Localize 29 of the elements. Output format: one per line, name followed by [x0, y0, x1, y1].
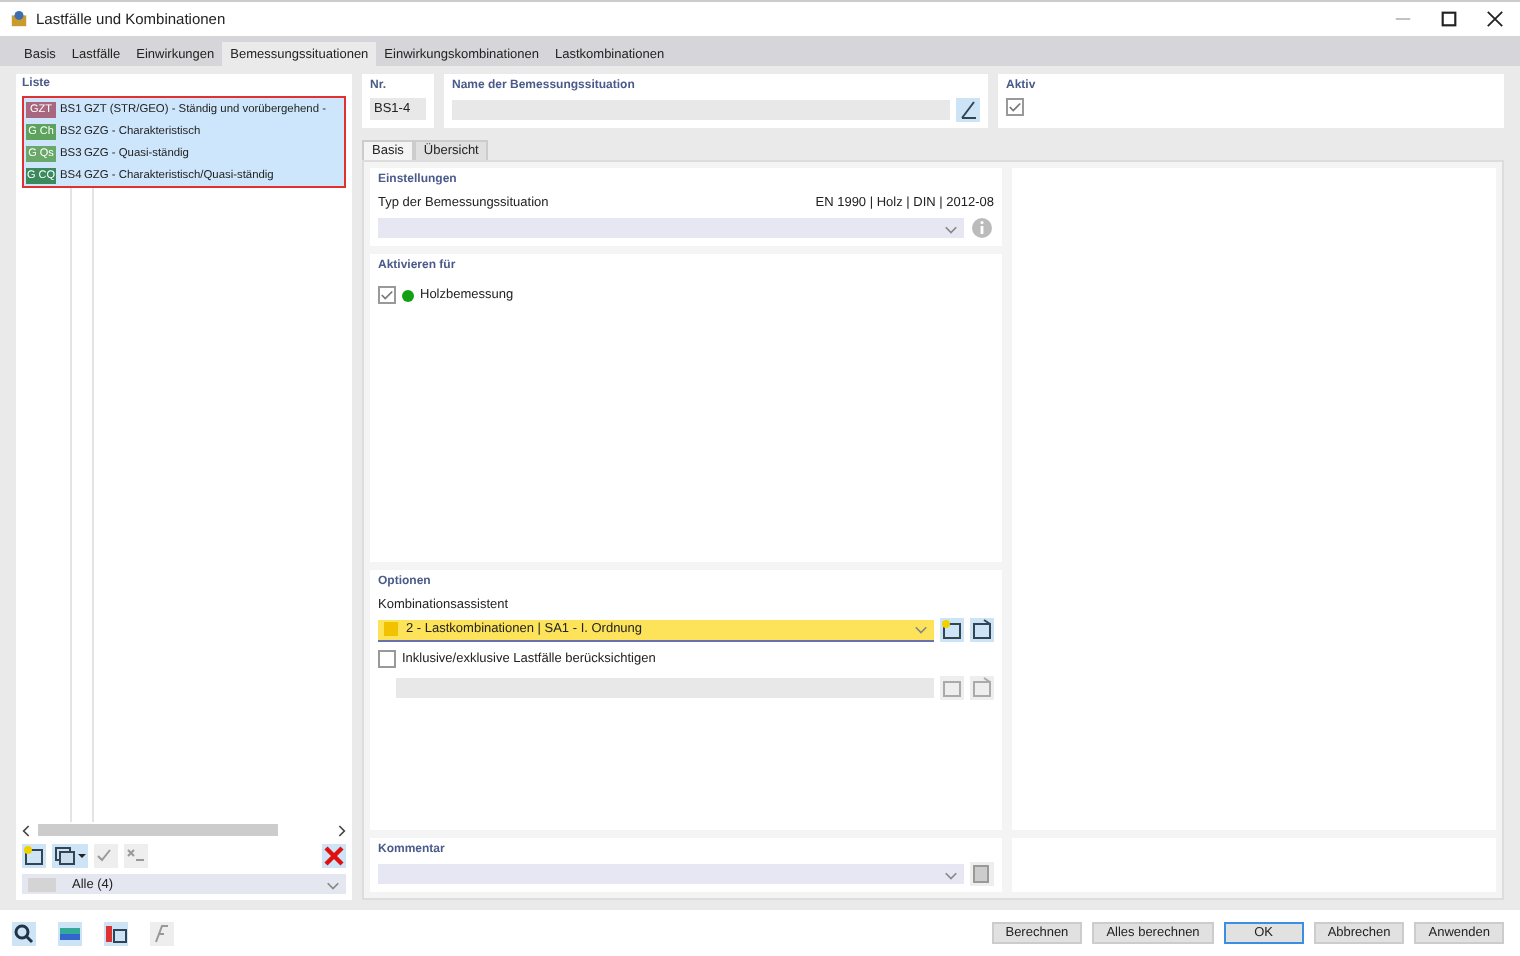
chevron-down-icon	[326, 877, 340, 891]
delete-icon[interactable]	[322, 844, 346, 868]
horizontal-scrollbar[interactable]	[22, 822, 346, 838]
maximize-icon[interactable]	[1440, 10, 1458, 28]
chart-icon[interactable]	[104, 921, 128, 945]
formula-icon[interactable]	[150, 921, 174, 945]
edit-window-icon[interactable]	[970, 618, 994, 642]
scroll-right-icon[interactable]	[336, 823, 346, 837]
comment-field[interactable]	[378, 864, 964, 884]
checkbox[interactable]	[378, 286, 396, 304]
uncheck-all-icon[interactable]	[124, 844, 148, 868]
app-icon	[10, 10, 28, 28]
new-item-icon[interactable]	[22, 844, 46, 868]
active-checkbox[interactable]	[1006, 98, 1024, 116]
edit-window-icon	[970, 676, 994, 700]
chevron-down-icon	[914, 622, 928, 636]
table-icon[interactable]	[58, 921, 82, 945]
close-icon[interactable]	[1486, 10, 1504, 28]
checkbox[interactable]	[378, 650, 396, 668]
copy-dropdown-icon[interactable]	[52, 844, 88, 868]
chevron-down-icon	[944, 867, 958, 881]
new-item-icon[interactable]	[940, 618, 964, 642]
copy-icon[interactable]	[970, 862, 994, 886]
check-all-icon[interactable]	[94, 844, 118, 868]
scroll-left-icon[interactable]	[22, 823, 32, 837]
search-icon[interactable]	[12, 921, 36, 945]
chevron-down-icon	[944, 221, 958, 235]
new-item-icon	[940, 676, 964, 700]
edit-icon[interactable]	[956, 98, 980, 122]
